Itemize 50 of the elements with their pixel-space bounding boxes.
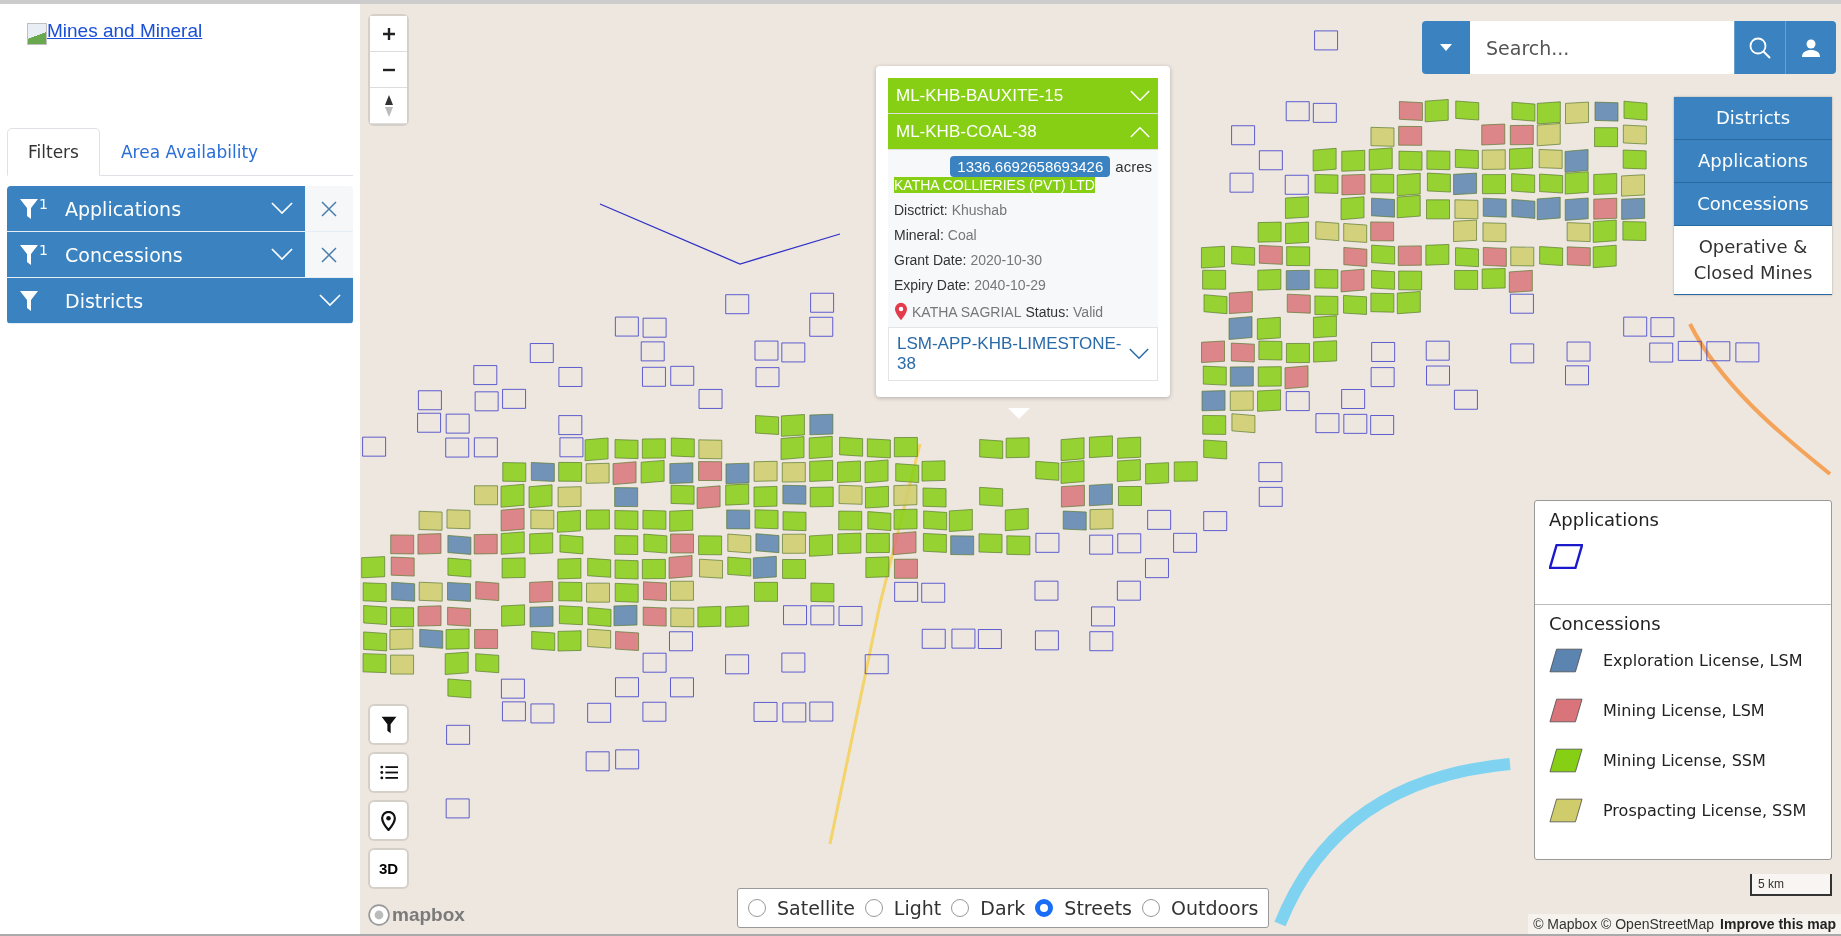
attribution-text: © Mapbox © OpenStreetMap — [1533, 916, 1715, 932]
mapbox-logo-text: mapbox — [392, 904, 465, 926]
filter-count: 1 — [39, 241, 49, 258]
filter-label: Concessions — [65, 243, 184, 266]
legend-title: Concessions — [1549, 613, 1662, 634]
legend-title: Applications — [1549, 509, 1660, 530]
field-label: Disctrict: — [894, 202, 948, 218]
filter-accordion-header[interactable]: Districts — [7, 278, 353, 323]
location-name: KATHA SAGRIAL — [912, 303, 1022, 320]
feature-title: ML-KHB-BAUXITE-15 — [896, 85, 1065, 106]
layer-toggle-button[interactable]: Districts — [1674, 97, 1832, 141]
field-label: Grant Date: — [894, 252, 967, 268]
base-style-option[interactable]: Streets — [1035, 897, 1132, 919]
base-style-option[interactable]: Outdoors — [1142, 897, 1259, 919]
field-label: Mineral: — [894, 227, 944, 243]
field-value: 2040-10-29 — [974, 277, 1046, 293]
field-label: Expiry Date: — [894, 277, 971, 293]
filter-accordion-header[interactable]: $^{1}$ Concessions — [7, 232, 305, 277]
filter-accordion-header[interactable]: $^{1}$ Applications — [7, 186, 305, 231]
legend-label: Mining License, SSM — [1603, 751, 1766, 770]
popup-accordion-header[interactable]: LSM-APP-KHB-LIMESTONE-38 — [888, 327, 1158, 381]
feature-title: LSM-APP-KHB-LIMESTONE-38 — [897, 334, 1123, 374]
field-value: Coal — [947, 227, 977, 243]
field-label: Status: — [1025, 303, 1070, 320]
legend-label: Mining License, LSM — [1603, 701, 1765, 720]
scale-bar: 5 km — [1750, 874, 1832, 896]
company-name: KATHA COLLIERIES (PVT) LTD — [894, 177, 1095, 193]
layer-toggle-button[interactable]: Concessions — [1674, 183, 1832, 227]
layer-toggle-button[interactable]: Operative & Closed Mines — [1674, 226, 1832, 296]
base-style-option[interactable]: Dark — [951, 897, 1026, 919]
legend-label: Prospacting License, SSM — [1603, 801, 1807, 820]
filter-count: 1 — [39, 195, 49, 212]
area-badge: 1336.6692658693426 — [950, 156, 1111, 177]
field-value: Valid — [1073, 303, 1104, 320]
logo-link[interactable]: Mines and Mineral — [47, 20, 203, 42]
tab[interactable]: Filters — [7, 128, 100, 176]
layer-toggle-button[interactable]: Applications — [1674, 140, 1832, 184]
filter-label: Districts — [65, 289, 145, 312]
area-unit: acres — [1115, 158, 1152, 175]
tab[interactable]: Area Availability — [99, 128, 280, 176]
improve-map-link[interactable]: Improve this map — [1720, 916, 1836, 932]
field-value: 2020-10-30 — [970, 252, 1042, 268]
feature-title: ML-KHB-COAL-38 — [896, 121, 1038, 142]
base-style-option[interactable]: Light — [864, 897, 942, 919]
3d-view-button[interactable]: 3D — [370, 850, 407, 887]
legend-label: Exploration License, LSM — [1603, 651, 1803, 670]
base-style-option[interactable]: Satellite — [748, 897, 855, 919]
field-value: Khushab — [951, 202, 1007, 218]
search-field[interactable]: Search... — [1470, 21, 1734, 74]
filter-label: Applications — [65, 197, 183, 220]
